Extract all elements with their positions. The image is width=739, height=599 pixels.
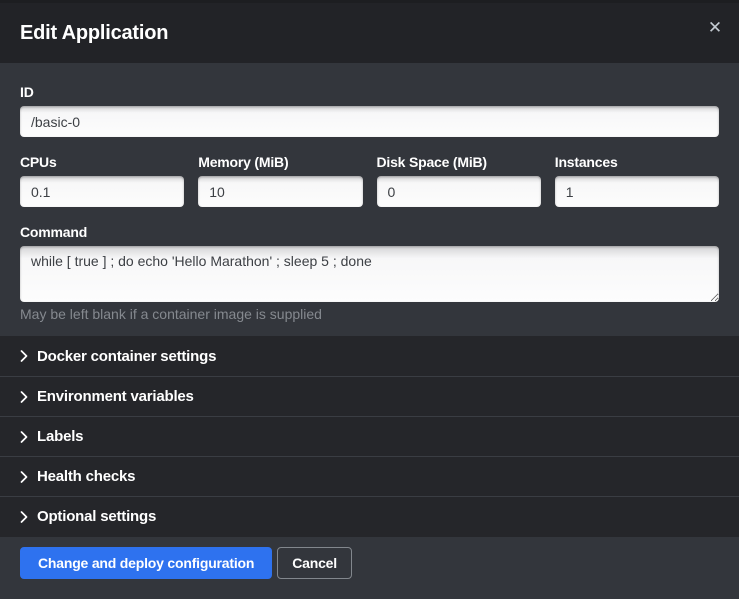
section-docker-container-settings[interactable]: Docker container settings: [0, 336, 739, 376]
memory-input[interactable]: [198, 176, 362, 207]
chevron-right-icon: [20, 471, 28, 483]
section-label: Health checks: [37, 468, 135, 485]
instances-field-group: Instances: [555, 155, 719, 207]
chevron-right-icon: [20, 431, 28, 443]
disk-space-label: Disk Space (MiB): [377, 155, 541, 169]
memory-label: Memory (MiB): [198, 155, 362, 169]
section-labels[interactable]: Labels: [0, 416, 739, 456]
close-icon[interactable]: ✕: [703, 16, 727, 40]
form-area: ID CPUs Memory (MiB) Disk Space (MiB) In…: [0, 63, 739, 336]
chevron-right-icon: [20, 350, 28, 362]
section-optional-settings[interactable]: Optional settings: [0, 496, 739, 536]
cancel-button[interactable]: Cancel: [277, 547, 352, 579]
cpus-input[interactable]: [20, 176, 184, 207]
change-and-deploy-button[interactable]: Change and deploy configuration: [20, 547, 272, 579]
chevron-right-icon: [20, 511, 28, 523]
instances-label: Instances: [555, 155, 719, 169]
id-label: ID: [20, 85, 719, 99]
chevron-right-icon: [20, 391, 28, 403]
section-health-checks[interactable]: Health checks: [0, 456, 739, 496]
command-label: Command: [20, 225, 719, 239]
id-input[interactable]: [20, 106, 719, 137]
resource-field-row: CPUs Memory (MiB) Disk Space (MiB) Insta…: [20, 155, 719, 207]
modal-title: Edit Application: [20, 22, 168, 45]
command-textarea[interactable]: while [ true ] ; do echo 'Hello Marathon…: [20, 246, 719, 302]
modal-footer: Change and deploy configuration Cancel: [0, 537, 739, 599]
disk-space-input[interactable]: [377, 176, 541, 207]
memory-field-group: Memory (MiB): [198, 155, 362, 207]
section-label: Environment variables: [37, 388, 194, 405]
section-label: Labels: [37, 428, 83, 445]
section-label: Optional settings: [37, 508, 156, 525]
section-label: Docker container settings: [37, 348, 216, 365]
collapsible-sections: Docker container settings Environment va…: [0, 336, 739, 537]
modal-header: Edit Application ✕: [0, 0, 739, 63]
disk-space-field-group: Disk Space (MiB): [377, 155, 541, 207]
cpus-label: CPUs: [20, 155, 184, 169]
command-field-group: Command while [ true ] ; do echo 'Hello …: [20, 225, 719, 322]
section-environment-variables[interactable]: Environment variables: [0, 376, 739, 416]
instances-input[interactable]: [555, 176, 719, 207]
command-helper-text: May be left blank if a container image i…: [20, 307, 719, 322]
id-field-group: ID: [20, 85, 719, 137]
edit-application-modal: Edit Application ✕ ID CPUs Memory (MiB) …: [0, 0, 739, 599]
cpus-field-group: CPUs: [20, 155, 184, 207]
